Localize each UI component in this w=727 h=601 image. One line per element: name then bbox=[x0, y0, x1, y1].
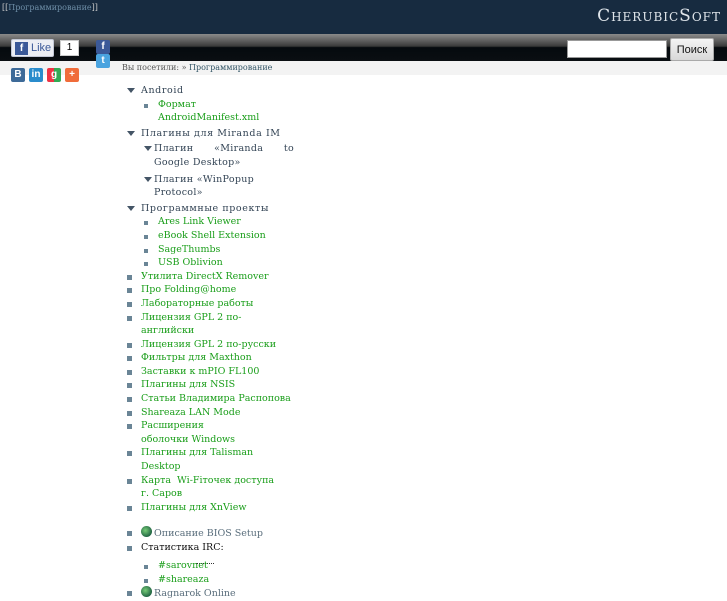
list-item: Статистика IRC: #sarovnet #shareaza bbox=[124, 541, 294, 586]
list-item[interactable]: USB Oblivion bbox=[141, 256, 294, 270]
facebook-icon[interactable]: f bbox=[96, 40, 110, 54]
tree-item[interactable]: Плагин «Miranda to Google Desktop» bbox=[141, 142, 294, 169]
list-item[interactable]: Ares Link Viewer bbox=[141, 215, 294, 229]
top-breadcrumb: [[Программирование]] bbox=[2, 3, 98, 12]
google-plus-icon[interactable]: g bbox=[47, 68, 61, 82]
list-item[interactable]: Лабораторные работы bbox=[124, 297, 294, 311]
list-item[interactable]: SageThumbs bbox=[141, 243, 294, 257]
globe-icon bbox=[141, 526, 152, 538]
globe-icon bbox=[141, 586, 152, 598]
like-count: 1 bbox=[60, 40, 79, 56]
list-item[interactable]: Карта Wi-Fiточек доступа г. Саров bbox=[124, 474, 284, 501]
vkontakte-icon[interactable]: B bbox=[11, 68, 25, 82]
tree-category[interactable]: Android Формат AndroidManifest.xml bbox=[124, 84, 294, 125]
list-item[interactable]: #sarovnet bbox=[141, 559, 294, 573]
facebook-like-button[interactable]: f Like bbox=[11, 39, 54, 57]
list-item[interactable]: Плагины для XnView bbox=[124, 501, 294, 515]
list-item[interactable]: Плагины для Talisman Desktop bbox=[124, 446, 294, 473]
list-item[interactable]: Фильтры для Maxthon bbox=[124, 351, 294, 365]
site-tree: Android Формат AndroidManifest.xml Плаги… bbox=[124, 84, 294, 601]
search-input[interactable] bbox=[567, 40, 667, 58]
list-item[interactable]: Утилита DirectX Remover bbox=[124, 270, 294, 284]
list-item[interactable]: Shareaza LAN Mode bbox=[124, 406, 294, 420]
visited-link[interactable]: Программирование bbox=[189, 63, 272, 72]
list-item[interactable]: #shareaza bbox=[141, 573, 294, 587]
list-item[interactable]: Лицензия GPL 2 по-русски bbox=[124, 338, 294, 352]
list-item[interactable]: Расширения оболочки Windows bbox=[124, 419, 254, 446]
visited-breadcrumb: Вы посетили: » Программирование bbox=[122, 63, 273, 72]
tree-item[interactable]: Плагин «WinPopup Protocol» bbox=[141, 173, 294, 200]
site-logo[interactable]: CherubicSoft bbox=[597, 6, 721, 26]
tree-category[interactable]: Программные проекты Ares Link Viewer eBo… bbox=[124, 202, 294, 270]
list-item[interactable]: eBook Shell Extension bbox=[141, 229, 294, 243]
list-item[interactable]: Про Folding@home bbox=[124, 283, 294, 297]
search-button[interactable]: Поиск bbox=[670, 38, 714, 61]
list-item[interactable]: Статьи Владимира Распопова bbox=[124, 392, 294, 406]
tree-category[interactable]: Плагины для Miranda IM Плагин «Miranda t… bbox=[124, 127, 294, 200]
addthis-icon[interactable]: + bbox=[65, 68, 79, 82]
list-item[interactable]: Ragnarok Online bbox=[124, 586, 294, 601]
twitter-icon[interactable]: t bbox=[96, 54, 110, 68]
facebook-icon: f bbox=[15, 41, 28, 55]
linkedin-icon[interactable]: in bbox=[29, 68, 43, 82]
list-item[interactable]: Заставки к mPIO FL100 bbox=[124, 365, 294, 379]
list-item[interactable]: Плагины для NSIS bbox=[124, 378, 294, 392]
header: [[Программирование]] CherubicSoft bbox=[0, 0, 727, 34]
list-item[interactable]: Формат AndroidManifest.xml bbox=[141, 98, 294, 125]
list-item[interactable]: Лицензия GPL 2 по-английски bbox=[124, 311, 294, 338]
breadcrumb-link[interactable]: Программирование bbox=[8, 3, 91, 12]
list-item[interactable]: Описание BIOS Setup bbox=[124, 526, 294, 541]
